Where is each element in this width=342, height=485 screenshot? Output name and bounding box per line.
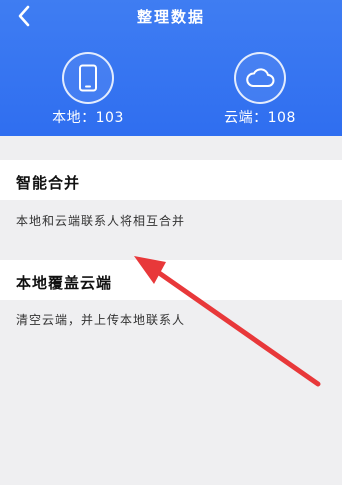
page-title: 整理数据 — [136, 8, 205, 26]
cloud-count-stat: 云端：108 — [200, 52, 320, 132]
cloud-count-label: 云端：108 — [224, 110, 296, 126]
header: 整理数据 本地：103 云端：108 — [0, 0, 342, 136]
smart-merge-option[interactable]: 智能合并 — [0, 160, 342, 200]
smart-merge-description: 本地和云端联系人将相互合并 — [16, 214, 186, 228]
smart-merge-title: 智能合并 — [16, 174, 81, 192]
cloud-circle — [234, 52, 286, 104]
local-overwrite-cloud-option[interactable]: 本地覆盖云端 — [0, 260, 342, 300]
local-circle — [62, 52, 114, 104]
local-count-label: 本地：103 — [52, 110, 124, 126]
phone-icon — [79, 64, 97, 92]
cloud-icon — [246, 68, 275, 87]
local-count-stat: 本地：103 — [28, 52, 148, 132]
local-overwrite-cloud-title: 本地覆盖云端 — [16, 274, 113, 292]
local-overwrite-cloud-description: 清空云端，并上传本地联系人 — [16, 313, 186, 327]
